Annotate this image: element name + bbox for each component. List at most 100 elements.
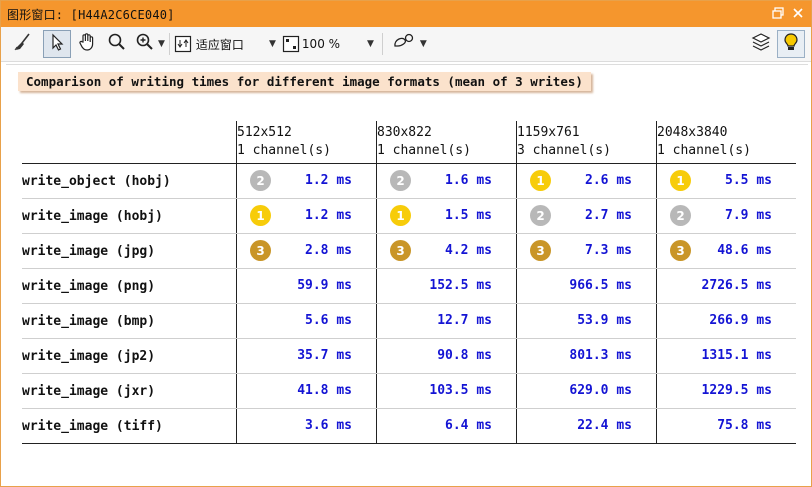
fit-window-dropdown-arrow[interactable]: ▼	[269, 39, 276, 49]
table-cell: 53.9 ms	[516, 303, 657, 339]
row-label: write_image (jpg)	[22, 233, 237, 269]
table-cell: 3.6 ms	[236, 408, 377, 444]
time-value: 6.4 ms	[445, 418, 492, 433]
time-value: 41.8 ms	[297, 383, 352, 398]
table-cell: 103.5 ms	[376, 373, 517, 409]
close-icon	[792, 4, 804, 23]
time-value: 801.3 ms	[569, 348, 632, 363]
column-channels: 1 channel(s)	[377, 143, 471, 158]
rank-medal-icon: 2	[670, 205, 691, 226]
time-value: 7.9 ms	[725, 208, 772, 223]
time-value: 59.9 ms	[297, 278, 352, 293]
restore-button[interactable]	[769, 4, 787, 22]
table-cell: 2 1.2 ms	[236, 163, 377, 199]
time-value: 2.6 ms	[585, 173, 632, 188]
rank-medal-icon: 3	[390, 240, 411, 261]
time-value: 1315.1 ms	[701, 348, 772, 363]
hints-button[interactable]	[777, 30, 805, 58]
draw-shape-button[interactable]	[389, 30, 419, 58]
zoom-percent-combo[interactable]: 100 % ▼	[282, 31, 378, 57]
rank-medal-icon: 2	[250, 170, 271, 191]
time-value: 90.8 ms	[437, 348, 492, 363]
layers-icon	[751, 32, 771, 56]
table-row: write_image (tiff) 3.6 ms 6.4 ms 22.4 ms 75.…	[22, 408, 796, 444]
header-row: 512x512 1 channel(s) 830x822 1 channel(s) …	[22, 121, 796, 164]
zoom-in-icon	[135, 32, 155, 56]
title-bar: 图形窗口: [H44A2C6CE040]	[1, 1, 811, 27]
time-value: 48.6 ms	[717, 243, 772, 258]
time-value: 1229.5 ms	[701, 383, 772, 398]
row-label: write_image (jxr)	[22, 373, 237, 409]
table-cell: 801.3 ms	[516, 338, 657, 374]
time-value: 35.7 ms	[297, 348, 352, 363]
table-cell: 2726.5 ms	[656, 268, 796, 304]
pointer-icon	[48, 33, 66, 55]
column-size: 830x822	[377, 125, 432, 140]
broom-icon	[13, 32, 33, 56]
table-row: write_image (bmp) 5.6 ms 12.7 ms 53.9 ms 266…	[22, 303, 796, 339]
time-value: 2.8 ms	[305, 243, 352, 258]
time-value: 12.7 ms	[437, 313, 492, 328]
table-cell: 41.8 ms	[236, 373, 377, 409]
zoom-percent-icon	[282, 35, 300, 53]
graphics-canvas[interactable]: Comparison of writing times for differen…	[6, 64, 808, 479]
clear-button[interactable]	[9, 30, 37, 58]
close-button[interactable]	[789, 4, 807, 22]
shape-draw-icon	[392, 32, 416, 56]
row-label: write_object (hobj)	[22, 163, 237, 199]
table-cell: 3 4.2 ms	[376, 233, 517, 269]
graphics-window: 图形窗口: [H44A2C6CE040] ▼ 适应窗口 ▼ 100 % ▼ ▼ …	[0, 0, 812, 487]
table-corner	[22, 121, 237, 164]
table-cell: 966.5 ms	[516, 268, 657, 304]
time-value: 5.6 ms	[305, 313, 352, 328]
row-label: write_image (tiff)	[22, 408, 237, 444]
table-cell: 35.7 ms	[236, 338, 377, 374]
column-channels: 1 channel(s)	[237, 143, 331, 158]
table-cell: 2 1.6 ms	[376, 163, 517, 199]
table-cell: 1315.1 ms	[656, 338, 796, 374]
table-row: write_image (png) 59.9 ms 152.5 ms 966.5 ms…	[22, 268, 796, 304]
magnifier-icon	[107, 32, 127, 56]
fit-window-combo[interactable]: 适应窗口 ▼	[174, 31, 282, 57]
zoom-dropdown-arrow[interactable]: ▼	[158, 39, 165, 49]
rank-medal-icon: 1	[390, 205, 411, 226]
table-cell: 266.9 ms	[656, 303, 796, 339]
column-channels: 1 channel(s)	[657, 143, 751, 158]
table-cell: 3 7.3 ms	[516, 233, 657, 269]
column-header: 830x822 1 channel(s)	[376, 121, 517, 164]
select-tool-button[interactable]	[43, 30, 71, 58]
table-cell: 2 2.7 ms	[516, 198, 657, 234]
table-cell: 1229.5 ms	[656, 373, 796, 409]
column-size: 1159x761	[517, 125, 580, 140]
table-cell: 1 2.6 ms	[516, 163, 657, 199]
zoom-percent-dropdown-arrow[interactable]: ▼	[367, 39, 374, 49]
time-value: 3.6 ms	[305, 418, 352, 433]
row-label: write_image (jp2)	[22, 338, 237, 374]
layers-button[interactable]	[747, 30, 775, 58]
table-cell: 75.8 ms	[656, 408, 796, 444]
toolbar-separator	[381, 33, 383, 55]
pan-tool-button[interactable]	[73, 30, 101, 58]
time-value: 1.2 ms	[305, 173, 352, 188]
toolbar: ▼ 适应窗口 ▼ 100 % ▼ ▼	[1, 27, 811, 62]
results-table: 512x512 1 channel(s) 830x822 1 channel(s) …	[22, 121, 796, 444]
zoom-in-button[interactable]	[133, 30, 157, 58]
magnify-tool-button[interactable]	[103, 30, 131, 58]
column-header: 512x512 1 channel(s)	[236, 121, 377, 164]
table-cell: 90.8 ms	[376, 338, 517, 374]
lightbulb-icon	[781, 32, 801, 56]
time-value: 266.9 ms	[709, 313, 772, 328]
rank-medal-icon: 1	[250, 205, 271, 226]
table-cell: 1 1.2 ms	[236, 198, 377, 234]
table-row: write_image (hobj) 1 1.2 ms 1 1.5 ms 2 2.7 ms 2…	[22, 198, 796, 234]
time-value: 1.5 ms	[445, 208, 492, 223]
row-label: write_image (bmp)	[22, 303, 237, 339]
time-value: 5.5 ms	[725, 173, 772, 188]
time-value: 2726.5 ms	[701, 278, 772, 293]
shape-dropdown-arrow[interactable]: ▼	[420, 39, 427, 49]
time-value: 152.5 ms	[429, 278, 492, 293]
time-value: 629.0 ms	[569, 383, 632, 398]
table-cell: 5.6 ms	[236, 303, 377, 339]
time-value: 1.2 ms	[305, 208, 352, 223]
page-title: Comparison of writing times for differen…	[18, 72, 591, 91]
